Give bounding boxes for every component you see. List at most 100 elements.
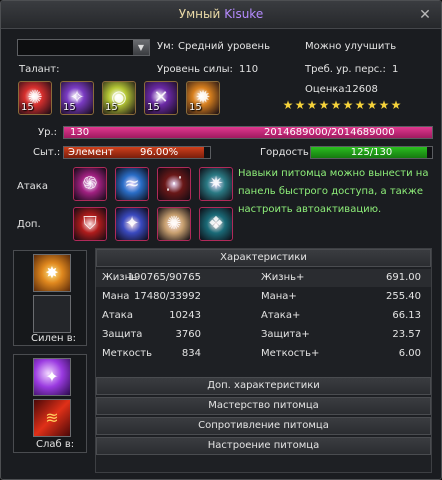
attack-skill-1[interactable]: ֍ xyxy=(73,167,107,201)
strong-against-panel: ✸ Силен в: xyxy=(13,250,87,346)
weak-element-slot-1[interactable]: ✦ xyxy=(33,358,71,396)
can-improve-text: Можно улучшить xyxy=(305,41,397,52)
stat-row: Жизнь 190765/90765 Жизнь+ 691.00 xyxy=(96,269,431,287)
stat-name: Мана xyxy=(102,291,130,302)
extra-skill-3[interactable]: ✺ xyxy=(157,207,191,241)
close-icon: ✕ xyxy=(419,7,431,23)
score-value: 12608 xyxy=(346,84,378,95)
stat-row: Мана 17480/33992 Мана+ 255.40 xyxy=(96,288,431,306)
star-icon: ★ xyxy=(378,98,390,112)
pride-bar: 125/130 xyxy=(310,146,433,159)
talent-skill-1[interactable]: ✺ 15 xyxy=(18,81,52,115)
stat-bonus-name: Жизнь+ xyxy=(261,272,305,283)
experience-bar: 130 2014689000/2014689000 xyxy=(63,126,433,139)
required-level-label: Треб. ур. перс.: xyxy=(305,64,386,75)
fire-claw-icon: ≋ xyxy=(45,408,59,427)
dark-claw-icon: ⋰ xyxy=(165,173,183,194)
pet-mastery-header[interactable]: Мастерство питомца xyxy=(96,397,431,415)
stat-row: Защита 3760 Защита+ 23.57 xyxy=(96,326,431,344)
weak-against-label: Слаб в: xyxy=(36,439,75,450)
stat-bonus-name: Мана+ xyxy=(261,291,297,302)
extra-skill-4[interactable]: ❖ xyxy=(199,207,233,241)
extra-stats-header[interactable]: Доп. характеристики xyxy=(96,377,431,395)
pet-resistance-header[interactable]: Сопротивление питомца xyxy=(96,417,431,435)
extra-label: Доп. xyxy=(17,219,41,230)
star-icon: ★ xyxy=(318,98,330,112)
pet-name: Kisuke xyxy=(224,7,264,21)
strong-empty-slot[interactable] xyxy=(33,295,71,333)
star-burst-icon: ✦ xyxy=(124,213,140,234)
talent-skill-3[interactable]: ◉ 15 xyxy=(102,81,136,115)
compass-rune-icon: ✷ xyxy=(208,173,224,194)
skills-hint: Навыки питомца можно вынести на панель б… xyxy=(238,168,429,215)
stat-name: Защита xyxy=(102,329,143,340)
pet-type-dropdown[interactable]: ▼ xyxy=(17,39,150,56)
extra-skill-1[interactable]: ⛉ xyxy=(73,207,107,241)
skill-level: 15 xyxy=(105,102,118,113)
stat-value: 834 xyxy=(181,348,201,359)
level-value: 130 xyxy=(70,127,90,138)
star-icon: ★ xyxy=(354,98,366,112)
required-level-value: 1 xyxy=(392,64,399,75)
score-label: Оценка: xyxy=(305,84,348,95)
fire-element-icon: ✸ xyxy=(45,263,59,282)
extra-skill-2[interactable]: ✦ xyxy=(115,207,149,241)
stat-bonus-value: 6.00 xyxy=(398,348,421,359)
level-label: Ур.: xyxy=(38,127,57,138)
talent-skill-4[interactable]: ✕ 15 xyxy=(144,81,178,115)
talent-skill-5[interactable]: ✹ 15 xyxy=(186,81,220,115)
pet-mood-header[interactable]: Настроение питомца xyxy=(96,437,431,455)
chevron-down-icon[interactable]: ▼ xyxy=(133,40,149,55)
stat-row: Меткость 834 Меткость+ 6.00 xyxy=(96,345,431,363)
strong-against-label: Силен в: xyxy=(31,333,77,344)
stat-value: 190765/90765 xyxy=(127,272,201,283)
close-button[interactable]: ✕ xyxy=(416,6,434,24)
stat-value: 17480/33992 xyxy=(134,291,201,302)
pet-title-prefix: Умный xyxy=(178,7,221,21)
attack-skill-4[interactable]: ✷ xyxy=(199,167,233,201)
mind-value: Средний уровень xyxy=(178,41,270,52)
attack-skill-3[interactable]: ⋰ xyxy=(157,167,191,201)
talent-skill-2[interactable]: ✧ 15 xyxy=(60,81,94,115)
satiety-element: Элемент xyxy=(68,147,114,158)
shield-skill-icon: ⛉ xyxy=(83,213,97,234)
skill-level: 15 xyxy=(189,102,202,113)
talent-label: Талант: xyxy=(19,64,60,75)
star-icon: ★ xyxy=(390,98,402,112)
pride-label: Гордость xyxy=(260,147,309,158)
star-icon: ★ xyxy=(366,98,378,112)
wave-skill-icon: ≈ xyxy=(124,173,140,194)
stat-bonus-name: Защита+ xyxy=(261,329,310,340)
star-icon: ★ xyxy=(306,98,318,112)
power-value: 110 xyxy=(239,64,259,75)
pride-value: 125/130 xyxy=(350,147,393,158)
title-bar[interactable]: Умный Kisuke ✕ xyxy=(1,1,441,29)
stat-bonus-value: 66.13 xyxy=(392,310,421,321)
spiral-skill-icon: ֍ xyxy=(82,173,98,194)
stat-value: 10243 xyxy=(169,310,201,321)
weak-element-slot-2[interactable]: ≋ xyxy=(33,399,71,437)
skill-level: 15 xyxy=(21,102,34,113)
stat-bonus-value: 255.40 xyxy=(386,291,421,302)
skill-level: 15 xyxy=(147,102,160,113)
star-icon: ★ xyxy=(330,98,342,112)
strong-element-slot[interactable]: ✸ xyxy=(33,254,71,292)
stat-row: Атака 10243 Атака+ 66.13 xyxy=(96,307,431,325)
satiety-bar: Элемент 96.00% xyxy=(63,146,211,159)
stats-header[interactable]: Характеристики xyxy=(96,249,431,267)
attack-skill-2[interactable]: ≈ xyxy=(115,167,149,201)
power-label: Уровень силы: xyxy=(157,64,233,75)
attack-label: Атака xyxy=(17,181,48,192)
satiety-percent: 96.00% xyxy=(140,147,179,158)
stat-bonus-name: Атака+ xyxy=(261,310,301,321)
radiant-fan-icon: ✺ xyxy=(166,213,182,234)
stat-bonus-value: 23.57 xyxy=(392,329,421,340)
stat-value: 3760 xyxy=(175,329,201,340)
teal-rune-icon: ❖ xyxy=(207,213,225,234)
satiety-label: Сыт.: xyxy=(33,147,61,158)
window-title: Умный Kisuke xyxy=(179,7,263,21)
skill-level: 15 xyxy=(63,102,76,113)
pet-window: Умный Kisuke ✕ ▼ Ум: Средний уровень Можн… xyxy=(0,0,442,480)
experience-text: 2014689000/2014689000 xyxy=(264,127,395,138)
star-icon: ★ xyxy=(294,98,306,112)
